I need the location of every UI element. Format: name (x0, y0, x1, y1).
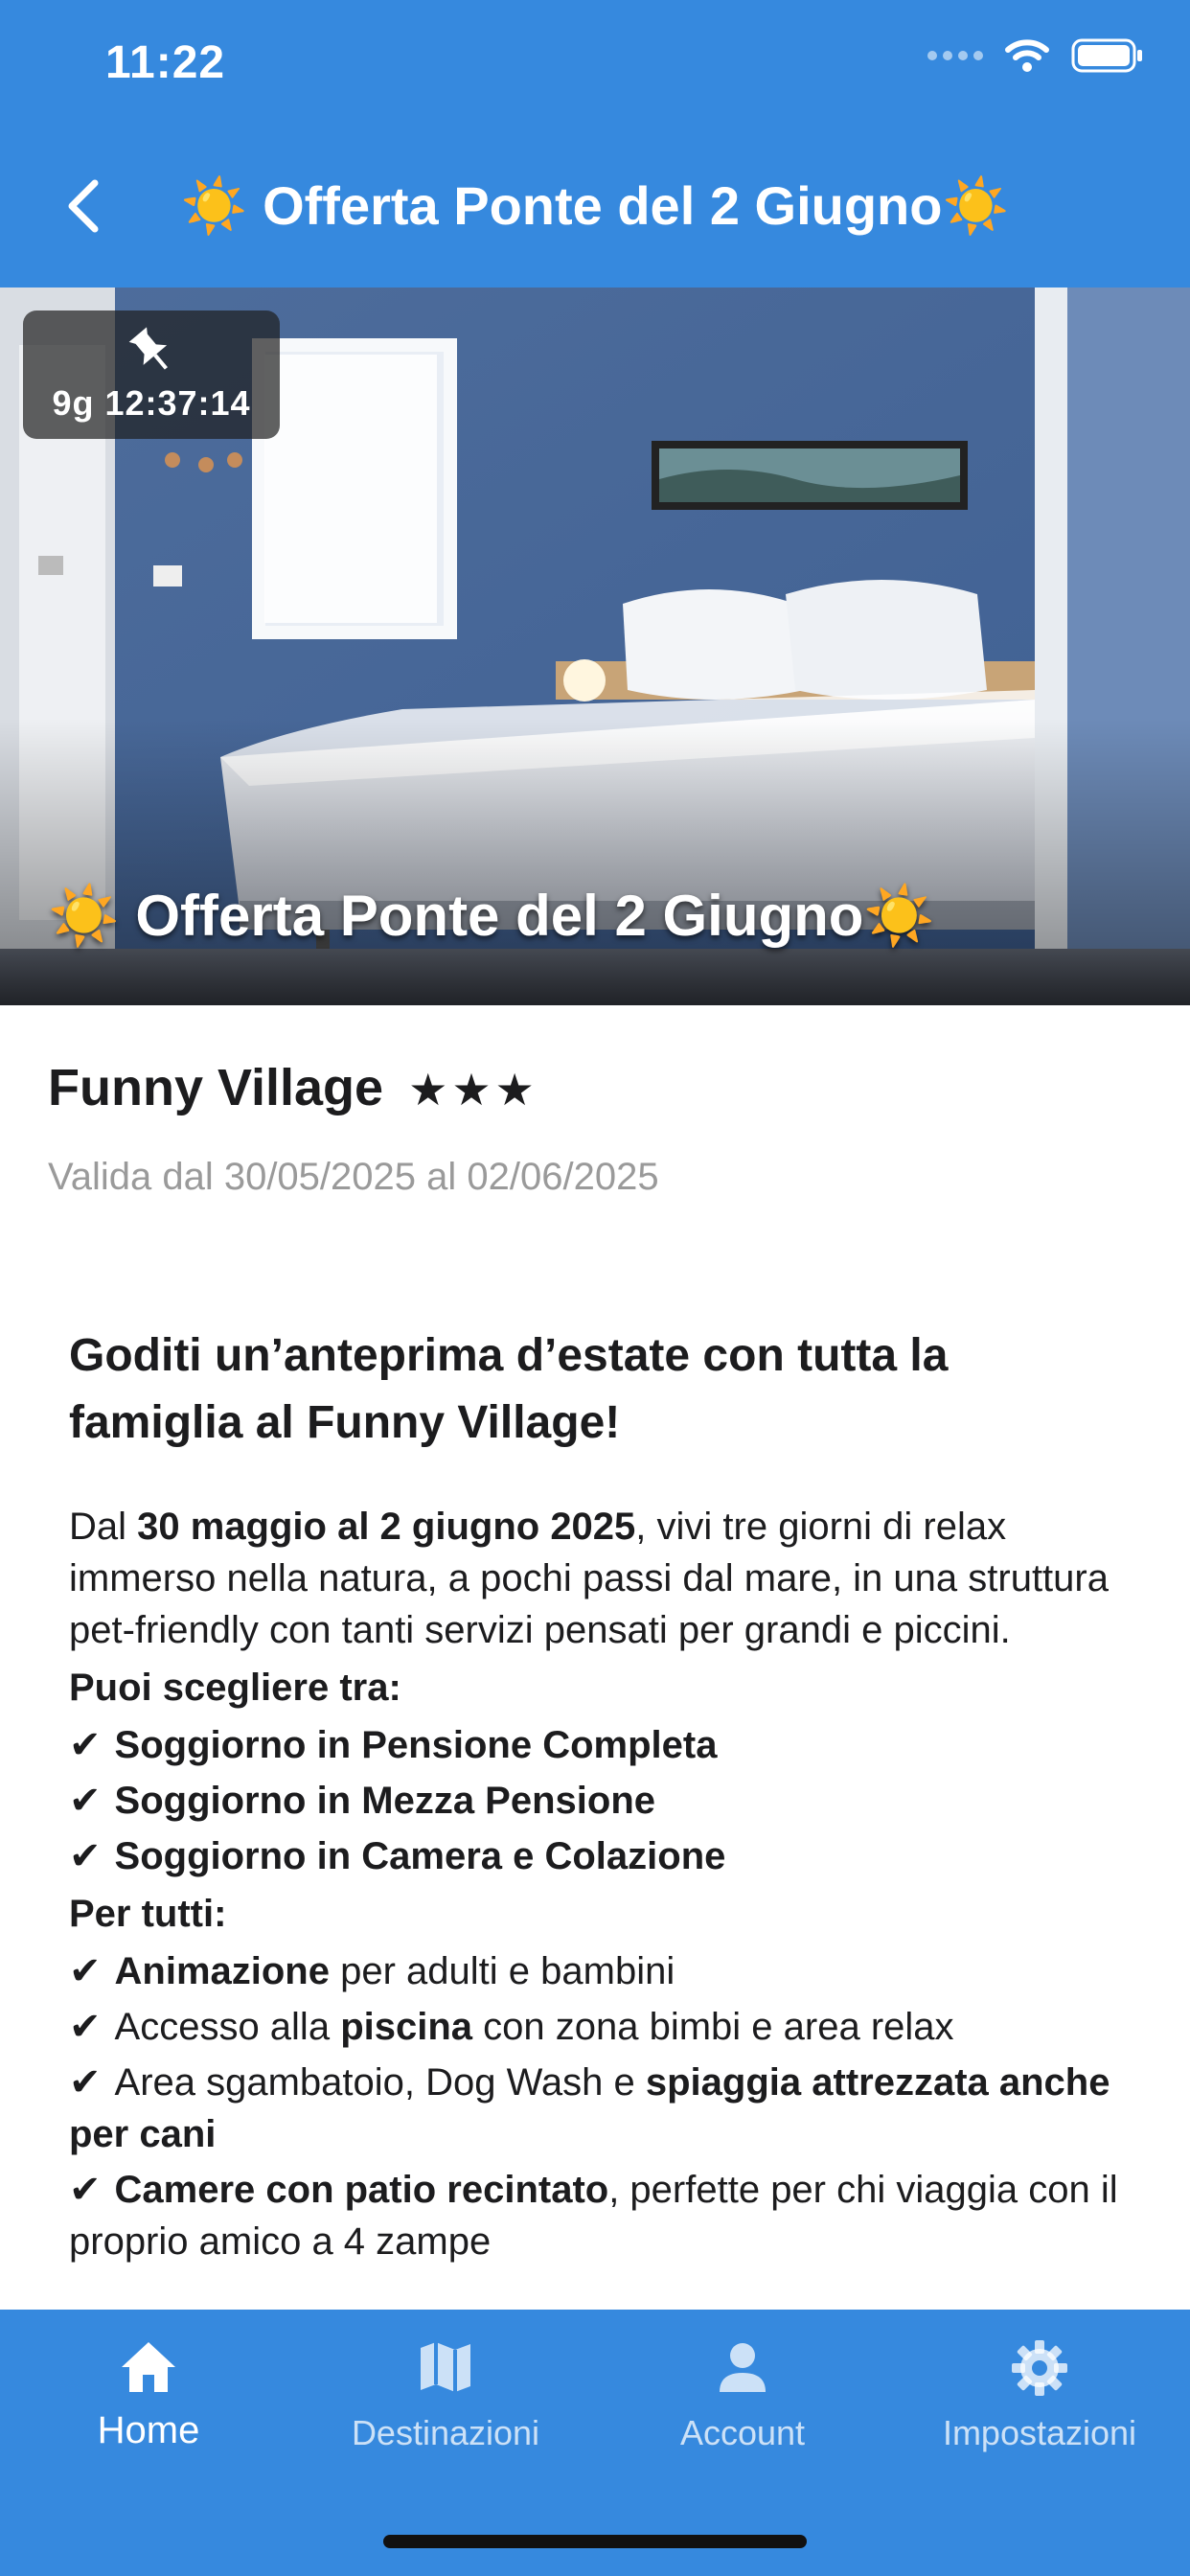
check-icon: ✔ (69, 2061, 102, 2104)
countdown-badge: 9g 12:37:14 (23, 310, 280, 439)
option-item: ✔ Soggiorno in Camera e Colazione (69, 1830, 1133, 1882)
option-label: Soggiorno in Camera e Colazione (114, 1835, 726, 1877)
page-title: ☀️ Offerta Ponte del 2 Giugno☀️ (180, 175, 1010, 236)
offer-description: Goditi un’anteprima d’estate con tutta l… (69, 1322, 1133, 2310)
check-icon: ✔ (69, 1780, 102, 1822)
status-time: 11:22 (105, 37, 226, 88)
wifi-icon (1004, 38, 1050, 73)
description-intro: Dal 30 maggio al 2 giugno 2025, vivi tre… (69, 1501, 1133, 1656)
option-item: ✔ Soggiorno in Mezza Pensione (69, 1775, 1133, 1827)
tab-label: Account (679, 2413, 806, 2452)
countdown-timer: 9g 12:37:14 (52, 383, 251, 423)
feature-text: per adulti e bambini (330, 1950, 675, 1992)
check-icon: ✔ (69, 1724, 102, 1766)
feature-item: ✔ Camere con patio recintato, perfette pe… (69, 2164, 1133, 2267)
feature-text: Accesso alla (114, 2006, 341, 2048)
feature-text: Area sgambatoio, Dog Wash e (114, 2061, 646, 2104)
option-label: Soggiorno in Pensione Completa (114, 1724, 718, 1766)
feature-item: ✔ Accesso alla piscina con zona bimbi e a… (69, 2001, 1133, 2053)
feature-item: ✔ Animazione per adulti e bambini (69, 1945, 1133, 1997)
battery-icon (1071, 38, 1144, 73)
signal-icon (927, 51, 983, 60)
check-icon: ✔ (69, 2006, 102, 2048)
tab-home[interactable]: Home (0, 2310, 297, 2501)
feature-bold: Camere con patio recintato (114, 2169, 609, 2211)
feature-item: ✔ Area sgambatoio, Dog Wash e spiaggia at… (69, 2057, 1133, 2160)
feature-bold: Animazione (114, 1950, 330, 1992)
hotel-title-row: Funny Village ★★★ (48, 1058, 538, 1117)
gear-icon (1012, 2340, 1067, 2396)
check-icon: ✔ (69, 2169, 102, 2211)
hero-caption: ☀️ Offerta Ponte del 2 Giugno☀️ (48, 884, 936, 948)
status-icons (927, 38, 1144, 73)
top-bar: 11:22 ☀️ Offerta Ponte del 2 Giugno☀️ (0, 0, 1190, 288)
option-item: ✔ Soggiorno in Pensione Completa (69, 1719, 1133, 1771)
tab-label: Impostazioni (942, 2413, 1137, 2452)
description-headline: Goditi un’anteprima d’estate con tutta l… (69, 1330, 949, 1448)
tab-label: Destinazioni (351, 2413, 540, 2452)
tab-impostazioni[interactable]: Impostazioni (891, 2310, 1188, 2501)
home-icon (122, 2342, 175, 2392)
feature-bold: piscina (340, 2006, 473, 2048)
person-icon (720, 2343, 766, 2392)
feature-text: con zona bimbi e area relax (472, 2006, 954, 2048)
option-label: Soggiorno in Mezza Pensione (114, 1780, 656, 1822)
check-icon: ✔ (69, 1950, 102, 1992)
offer-validity: Valida dal 30/05/2025 al 02/06/2025 (48, 1156, 659, 1198)
tab-account[interactable]: Account (594, 2310, 891, 2501)
pin-icon (128, 327, 168, 370)
map-icon (421, 2342, 470, 2392)
tab-destinazioni[interactable]: Destinazioni (297, 2310, 594, 2501)
intro-dates: 30 maggio al 2 giugno 2025 (137, 1506, 636, 1548)
hotel-stars: ★★★ (408, 1065, 538, 1115)
hotel-name: Funny Village (48, 1059, 384, 1116)
bottom-tab-bar: Home Destinazioni Account Impostazioni (0, 2310, 1190, 2576)
check-icon: ✔ (69, 1835, 102, 1877)
intro-prefix: Dal (69, 1506, 138, 1548)
home-indicator (383, 2535, 807, 2548)
tab-label: Home (97, 2409, 200, 2451)
choose-label: Puoi scegliere tra: (69, 1667, 401, 1709)
for-all-label: Per tutti: (69, 1893, 227, 1935)
